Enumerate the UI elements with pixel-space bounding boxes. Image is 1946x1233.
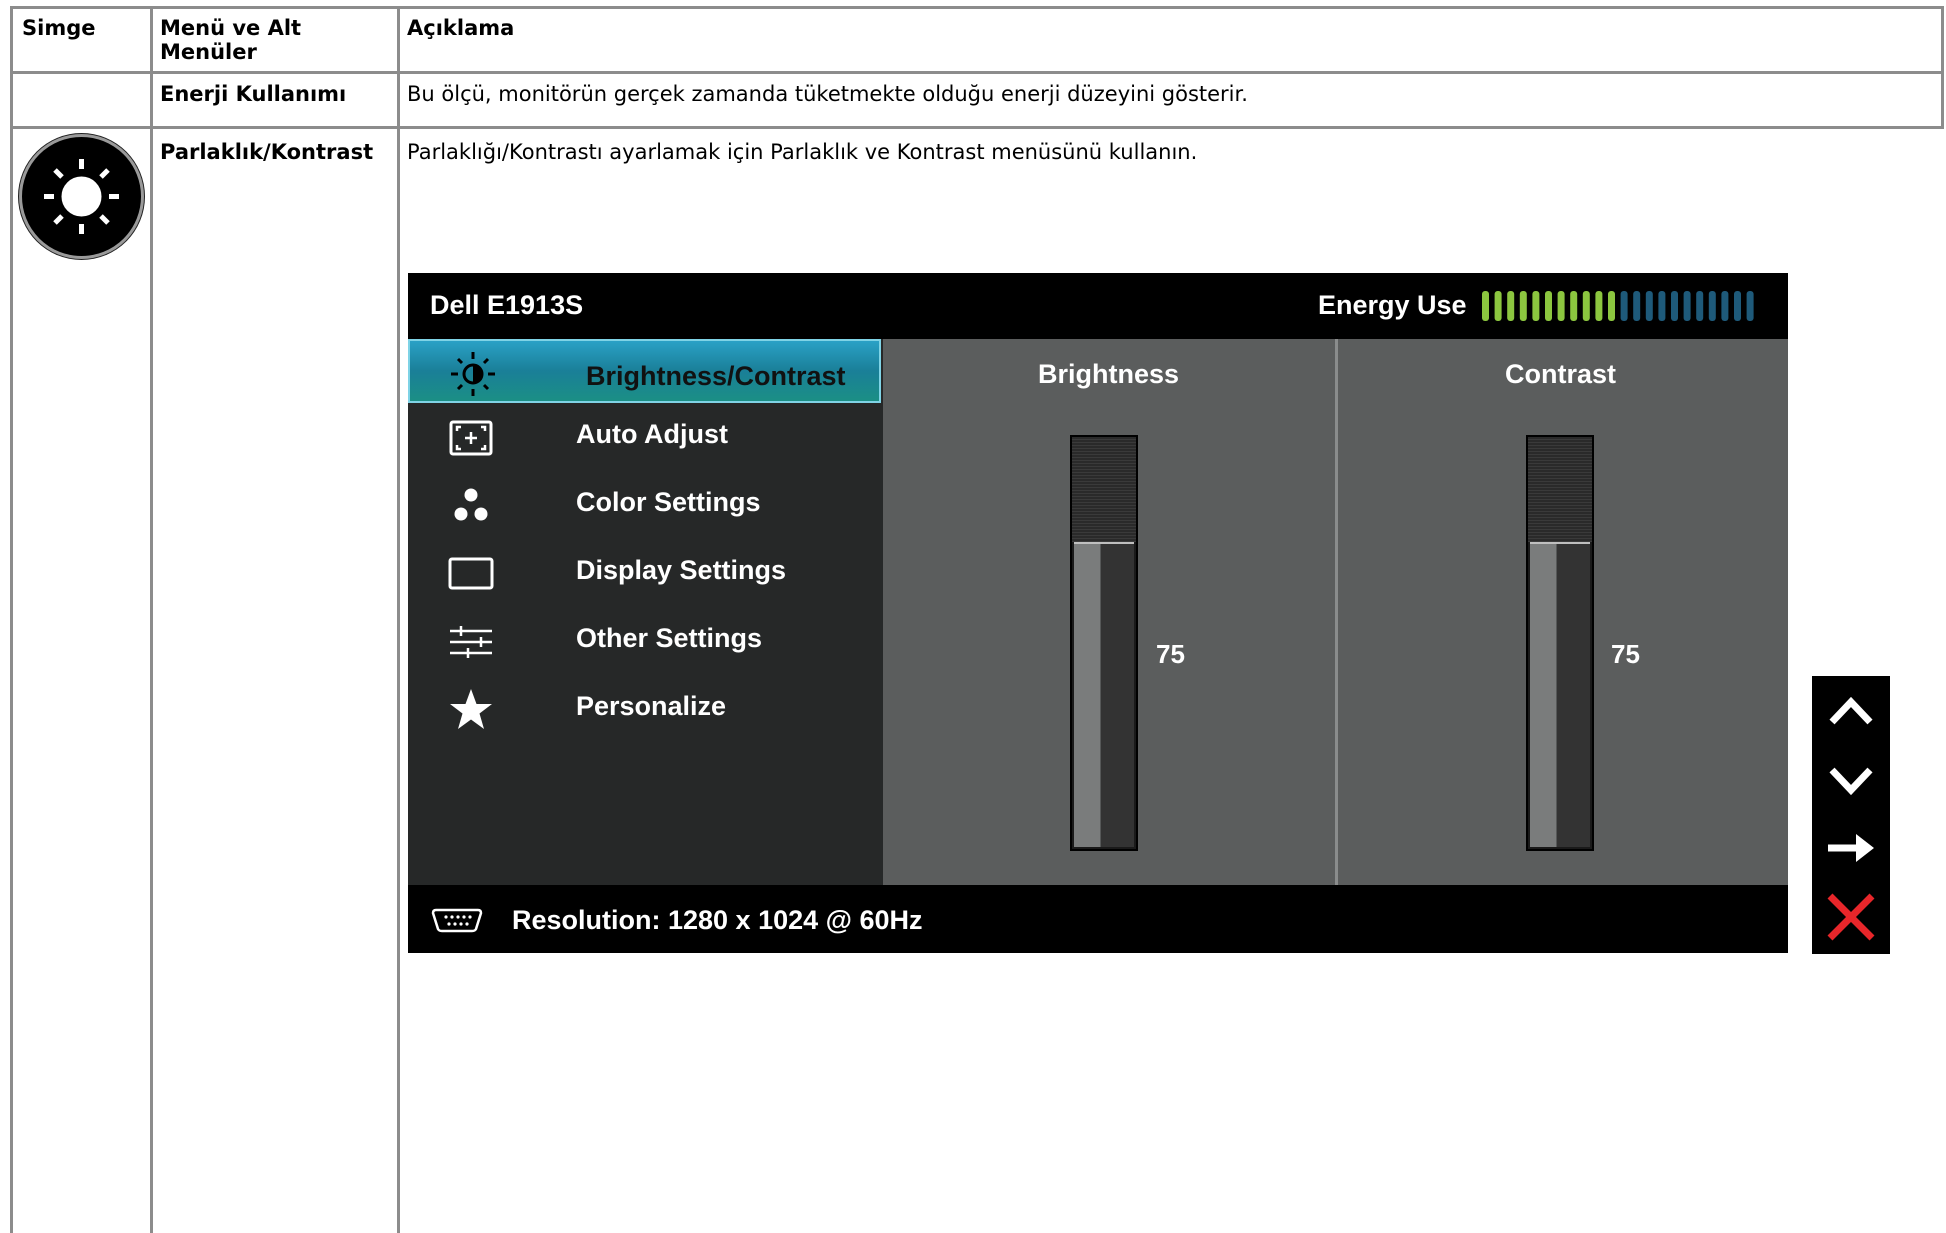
table-row-divider [10,126,1944,129]
contrast-value: 75 [1611,639,1640,669]
brightness-value: 75 [1156,639,1185,669]
osd-header: Dell E1913S Energy Use [408,273,1788,339]
header-description: Açıklama [407,16,515,40]
energy-segment [1620,291,1628,321]
right-arrow-icon [1828,834,1874,862]
close-icon [1827,893,1875,941]
menu-label: Display Settings [576,555,787,585]
resolution-text: Resolution: 1280 x 1024 @ 60Hz [512,905,923,935]
display-settings-icon [448,557,494,590]
slider-track [1072,437,1136,542]
document: Simge Menü ve Alt Menüler Açıklama Enerj… [0,0,1946,1233]
energy-segment [1721,291,1729,321]
energy-segment [1482,291,1489,321]
table-column-divider [397,6,400,1233]
down-button[interactable] [1812,746,1890,814]
row-brightness-menu: Parlaklık/Kontrast [160,140,374,164]
menu-label: Brightness/Contrast [586,361,846,391]
contrast-slider[interactable] [1526,435,1594,851]
enter-button[interactable] [1812,814,1890,882]
table-column-divider [150,6,153,1233]
menu-item-color-settings[interactable]: Color Settings [408,473,883,537]
energy-meter [1482,291,1754,321]
other-settings-icon [450,626,492,658]
energy-segment [1671,291,1678,321]
header-icon: Simge [22,16,96,40]
energy-segment [1582,291,1590,321]
slider-fill [1530,542,1590,847]
osd-model-name: Dell E1913S [430,290,584,320]
energy-segment [1570,291,1578,321]
brightness-title: Brightness [1038,359,1180,389]
header-menu-line1: Menü ve Alt [160,16,302,40]
osd-footer: Resolution: 1280 x 1024 @ 60Hz [408,885,1788,953]
energy-segment [1645,291,1653,321]
row-brightness-description: Parlaklığı/Kontrastı ayarlamak için Parl… [407,140,1198,164]
energy-segment [1557,291,1565,321]
energy-segment [1658,291,1666,321]
energy-segment [1532,291,1540,321]
osd-nav-buttons [1812,676,1890,954]
color-settings-icon [454,488,488,521]
contrast-title: Contrast [1505,359,1617,389]
row-energy-menu: Enerji Kullanımı [160,82,347,106]
energy-segment [1734,291,1741,321]
panel-divider [1335,339,1338,885]
table-row-divider [10,71,1944,74]
table-border-left [10,6,13,1233]
menu-label: Auto Adjust [576,419,728,449]
vga-connector-icon [431,908,483,933]
up-button[interactable] [1812,678,1890,746]
energy-segment [1545,291,1552,321]
table-border-top [10,6,1944,9]
exit-button[interactable] [1812,882,1890,950]
table-border-right [1941,6,1944,128]
auto-adjust-icon [449,420,493,456]
down-arrow-icon [1829,767,1873,796]
osd-screenshot: Dell E1913S Energy Use Brightness/Contra… [408,273,1788,953]
energy-segment [1683,291,1691,321]
menu-label: Personalize [576,691,727,721]
menu-item-personalize[interactable]: Personalize [408,677,883,741]
osd-adjust-panel: Brightness 75 Contrast 75 [883,339,1788,885]
menu-label: Color Settings [576,487,761,517]
energy-segment [1519,291,1527,321]
brightness-contrast-icon [19,134,144,259]
osd-main-menu: Brightness/Contrast Auto Adjust Color Se… [408,339,883,885]
slider-track [1528,437,1592,542]
energy-segment [1746,291,1754,321]
energy-segment [1708,291,1716,321]
menu-item-brightness-contrast[interactable]: Brightness/Contrast [408,339,881,403]
brightness-slider[interactable] [1070,435,1138,851]
energy-segment [1494,291,1502,321]
energy-segment [1633,291,1641,321]
menu-item-auto-adjust[interactable]: Auto Adjust [408,405,883,469]
menu-label: Other Settings [576,623,763,653]
brightness-contrast-icon [451,352,495,396]
up-arrow-icon [1829,696,1873,725]
energy-segment [1507,291,1515,321]
star-icon [450,689,492,729]
energy-segment [1595,291,1603,321]
slider-fill [1074,542,1134,847]
menu-item-display-settings[interactable]: Display Settings [408,541,883,605]
menu-item-other-settings[interactable]: Other Settings [408,609,883,673]
row-energy-description: Bu ölçü, monitörün gerçek zamanda tüketm… [407,82,1248,106]
energy-segment [1608,291,1615,321]
header-menu-line2: Menüler [160,40,257,64]
energy-segment [1696,291,1704,321]
energy-use-label: Energy Use [1318,290,1467,320]
